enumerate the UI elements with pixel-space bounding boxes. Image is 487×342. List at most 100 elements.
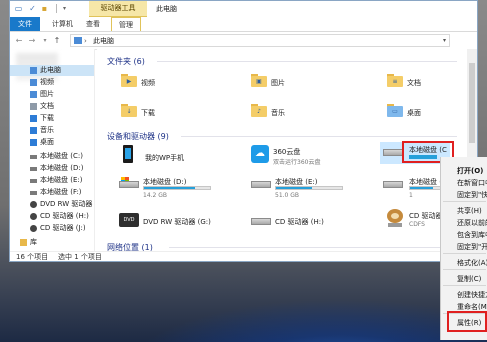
folder-documents[interactable]: ≡ (387, 73, 403, 87)
group-header-devices[interactable]: 设备和驱动器 (9) (107, 131, 169, 142)
sidebar-item-cd-j[interactable]: CD 驱动器 (J:) (10, 223, 94, 234)
group-header-folders[interactable]: 文件夹 (6) (107, 56, 145, 67)
drive-d-fill (144, 187, 196, 189)
menu-item-create-shortcut[interactable]: 创建快捷方 (457, 290, 487, 300)
sidebar-item-music[interactable]: 音乐 (10, 125, 94, 136)
cd-drive-icon[interactable] (251, 214, 271, 226)
status-item-count: 16 个项目 (16, 253, 49, 261)
up-arrow-icon[interactable]: ↑ (52, 35, 62, 46)
menu-item-open-new-window[interactable]: 在新窗口中 (457, 178, 487, 188)
sidebar-item-downloads[interactable]: 下载 (10, 113, 94, 124)
sidebar-item-dvd[interactable]: DVD RW 驱动器 (10, 199, 94, 210)
title-bar: ▭ ✓ ▪ ▾ 驱动器工具 此电脑 (10, 1, 477, 17)
folder-videos[interactable]: ▶ (121, 73, 137, 87)
properties-icon[interactable]: ✓ (28, 4, 37, 13)
chevron-down-icon[interactable]: ▾ (60, 4, 69, 13)
cd-icon (30, 213, 37, 220)
sidebar-item-library[interactable]: 库 (10, 237, 94, 248)
drive-icon[interactable] (383, 145, 403, 157)
status-bar: 16 个项目 选中 1 个项目 (10, 251, 477, 261)
sidebar-item-drive-d[interactable]: 本地磁盘 (D:) (10, 163, 94, 174)
forward-arrow-icon[interactable]: → (27, 35, 37, 46)
group-divider (157, 61, 457, 62)
picture-icon: ▣ (256, 78, 262, 85)
menu-item-restore-versions[interactable]: 还原以前的 (457, 218, 487, 228)
video-icon: ▶ (126, 78, 132, 85)
folder-desktop[interactable]: ▭ (387, 103, 403, 117)
desktop-icon (30, 139, 37, 146)
quick-access-separator (56, 4, 57, 13)
sidebar-item-cd-h[interactable]: CD 驱动器 (H:) (10, 211, 94, 222)
folder-downloads[interactable]: ↓ (121, 103, 137, 117)
device-label-cd-h: CD 驱动器 (H:) (275, 218, 324, 226)
desktop-icon: ▭ (392, 108, 398, 115)
music-icon (30, 127, 37, 134)
tab-file[interactable]: 文件 (10, 17, 40, 31)
menu-item-share[interactable]: 共享(H) (457, 206, 482, 216)
music-icon: ♪ (257, 108, 261, 115)
sidebar-item-drive-f[interactable]: 本地磁盘 (F:) (10, 187, 94, 198)
drive-d-capacity-bar (143, 186, 211, 190)
drive-e-free: 51.0 GB (275, 192, 300, 199)
menu-item-format[interactable]: 格式化(A) (457, 258, 487, 268)
address-field[interactable]: › 此电脑 ▾ (70, 34, 450, 47)
cloud-icon[interactable]: ☁ (251, 145, 269, 163)
menu-item-include-library[interactable]: 包含到库中 (457, 230, 487, 240)
menu-item-pin-quick-access[interactable]: 固定到"快 (457, 190, 487, 200)
chevron-right-icon: › (84, 37, 87, 45)
drive-icon[interactable] (383, 177, 403, 189)
drive-icon (30, 191, 37, 195)
drive-tools-context-title: 驱动器工具 (89, 1, 147, 17)
library-icon (20, 239, 27, 246)
device-label-cd-j: CD 驱动器 (409, 212, 443, 220)
sidebar-item-drive-e[interactable]: 本地磁盘 (E:) (10, 175, 94, 186)
drive-icon[interactable] (251, 177, 271, 189)
sidebar-item-drive-c[interactable]: 本地磁盘 (C:) (10, 151, 94, 162)
menu-item-copy[interactable]: 复制(C) (457, 274, 481, 284)
tab-computer[interactable]: 计算机 (45, 17, 80, 31)
folder-label: 图片 (271, 79, 285, 87)
group-divider (169, 247, 457, 248)
menu-item-open[interactable]: 打开(O) (457, 166, 483, 176)
dvd-icon[interactable]: DVD (119, 213, 139, 227)
chevron-down-icon[interactable]: ▾ (443, 35, 446, 47)
folder-pictures[interactable]: ▣ (251, 73, 267, 87)
download-icon: ↓ (126, 108, 132, 115)
picture-icon (30, 91, 37, 98)
folder-label: 音乐 (271, 109, 285, 117)
new-folder-icon[interactable]: ▪ (40, 4, 49, 13)
sidebar-item-videos[interactable]: 视频 (10, 77, 94, 88)
device-label-phone: 我的WP手机 (145, 154, 185, 162)
document-icon: ≡ (392, 78, 398, 85)
sidebar-item-this-pc[interactable]: 此电脑 (10, 65, 94, 76)
cd-j-icon[interactable] (385, 207, 405, 229)
sidebar-item-desktop[interactable]: 桌面 (10, 137, 94, 148)
phone-icon[interactable] (123, 145, 133, 163)
download-icon (30, 115, 37, 122)
menu-separator (443, 285, 486, 286)
drive-e-fill (276, 187, 313, 189)
drive-icon[interactable] (119, 177, 139, 189)
tab-manage[interactable]: 管理 (111, 17, 141, 31)
pc-icon: ▭ (14, 4, 23, 13)
dvd-icon (30, 201, 37, 208)
menu-item-pin-start[interactable]: 固定到"开 (457, 242, 487, 252)
folder-label: 视频 (141, 79, 155, 87)
address-path: 此电脑 (93, 37, 114, 45)
scrollbar-thumb[interactable] (469, 63, 475, 143)
highlight-box-properties (447, 311, 487, 332)
tab-view[interactable]: 查看 (79, 17, 107, 31)
sidebar-item-documents[interactable]: 文档 (10, 101, 94, 112)
recent-locations-chevron-icon[interactable]: ▾ (40, 35, 50, 46)
explorer-window: ▭ ✓ ▪ ▾ 驱动器工具 此电脑 文件 计算机 查看 管理 ← → ▾ ↑ ›… (9, 0, 478, 262)
drive-e-capacity-bar (275, 186, 343, 190)
folder-label: 下载 (141, 109, 155, 117)
back-arrow-icon[interactable]: ← (14, 35, 24, 46)
pc-icon (74, 37, 82, 44)
folder-label: 桌面 (407, 109, 421, 117)
sidebar-item-pictures[interactable]: 图片 (10, 89, 94, 100)
folder-music[interactable]: ♪ (251, 103, 267, 117)
drive-d-free: 14.2 GB (143, 192, 168, 199)
cd-icon (30, 225, 37, 232)
drive-icon (30, 155, 37, 159)
